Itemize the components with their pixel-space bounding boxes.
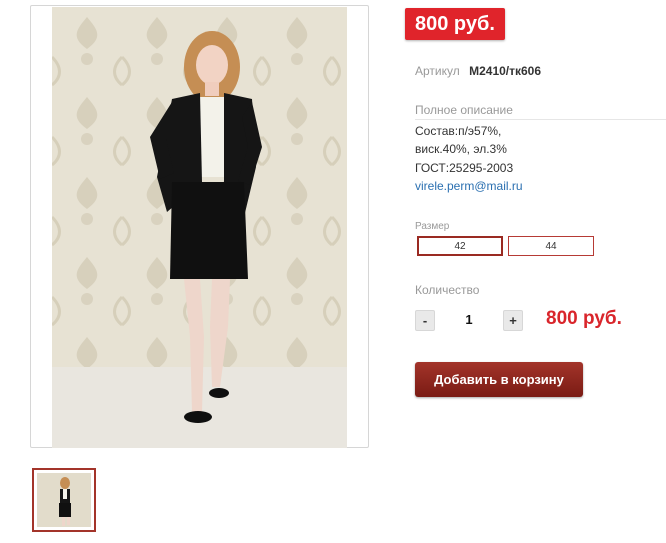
size-title: Размер [415, 221, 450, 232]
description-line: ГОСТ:25295-2003 [415, 161, 514, 175]
contact-email-link[interactable]: virele.perm@mail.ru [415, 179, 523, 193]
size-option-44[interactable]: 44 [508, 236, 594, 256]
add-to-cart-button[interactable]: Добавить в корзину [415, 362, 583, 397]
quantity-decrease-button[interactable]: - [415, 310, 435, 331]
quantity-increase-button[interactable]: + [503, 310, 523, 331]
sku-value: М2410/тк606 [469, 64, 542, 78]
sku-row: Артикул М2410/тк606 [415, 64, 541, 78]
description-line: виск.40%, эл.3% [415, 142, 507, 156]
main-image-frame [30, 5, 369, 448]
product-photo[interactable] [52, 7, 347, 448]
description-line: Состав:п/э57%, [415, 124, 502, 138]
size-option-42[interactable]: 42 [417, 236, 503, 256]
total-price: 800 руб. [546, 308, 622, 329]
quantity-title: Количество [415, 283, 480, 297]
sku-label: Артикул [415, 64, 460, 78]
quantity-value[interactable]: 1 [458, 312, 480, 327]
thumbnail-selected[interactable] [32, 468, 96, 532]
price-badge: 800 руб. [405, 8, 505, 40]
thumbnail-image[interactable] [37, 473, 91, 527]
description-title: Полное описание [415, 103, 666, 120]
